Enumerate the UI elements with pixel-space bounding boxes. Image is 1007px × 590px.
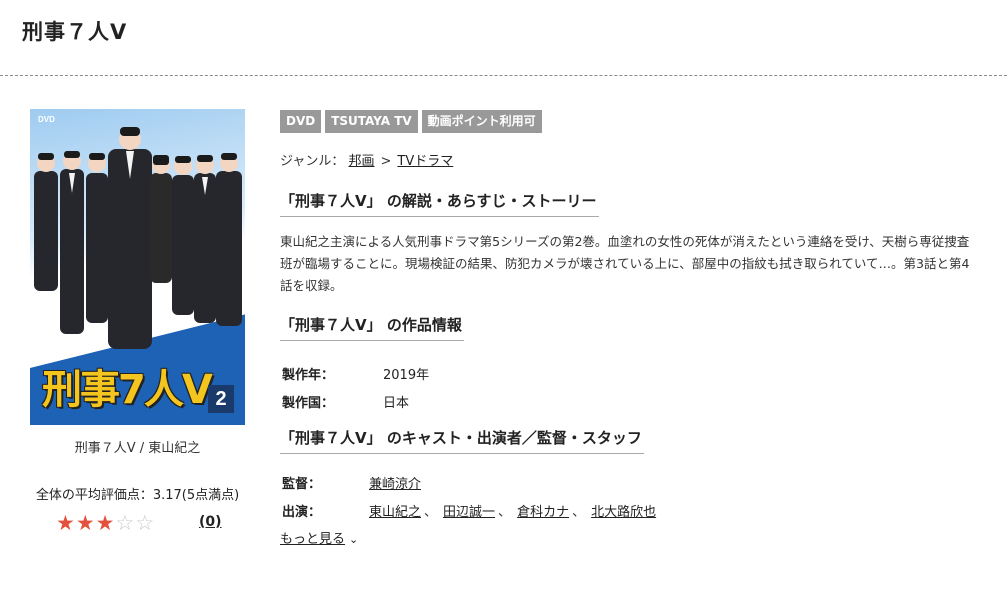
cover-image[interactable]: DVD 刑事7人V 2 — [30, 109, 245, 425]
show-more-link[interactable]: もっと見る ⌄ — [280, 528, 995, 547]
cast-table: 監督： 兼崎涼介 出演： 東山紀之、 田辺誠一、 倉科カナ、 北大路欣也 — [280, 468, 995, 524]
star-icon: ☆ — [135, 511, 156, 535]
genre-link-tv-drama[interactable]: TVドラマ — [397, 154, 453, 169]
badge-list: DVD TSUTAYA TV 動画ポイント利用可 — [280, 110, 995, 133]
actors-label: 出演： — [282, 504, 322, 520]
info-table: 製作年： 2019年 製作国： 日本 — [280, 359, 995, 415]
rating-row: ★★★☆☆ (0) — [30, 511, 245, 535]
review-count-link[interactable]: (0) — [199, 514, 222, 530]
star-icon: ★ — [56, 511, 76, 535]
synopsis-text: 東山紀之主演による人気刑事ドラマ第5シリーズの第2巻。血塗れの女性の死体が消えた… — [280, 234, 970, 293]
star-icon: ★ — [75, 511, 96, 535]
info-row-year: 製作年： 2019年 — [280, 359, 995, 387]
average-rating-text: 全体の平均評価点：3.17(5点満点) — [35, 488, 240, 503]
director-label: 監督： — [282, 476, 322, 492]
cover-volume: 2 — [208, 385, 234, 413]
star-rating: ★★★☆☆ — [56, 511, 155, 535]
badge-tsutaya-tv: TSUTAYA TV — [325, 110, 418, 133]
genre-breadcrumb: ジャンル： 邦画 > TVドラマ — [280, 150, 995, 169]
info-heading: 「刑事７人Ⅴ」 の作品情報 — [280, 314, 464, 341]
badge-dvd: DVD — [280, 110, 322, 133]
cast-row-director: 監督： 兼崎涼介 — [280, 468, 995, 496]
actor-separator: 、 — [498, 504, 512, 520]
badge-video-points: 動画ポイント利用可 — [421, 110, 542, 133]
actor-link[interactable]: 北大路欣也 — [591, 501, 656, 520]
show-more-label: もっと見る — [280, 532, 346, 547]
info-row-country: 製作国： 日本 — [280, 387, 995, 415]
star-icon: ☆ — [115, 511, 136, 535]
page-title: 刑事７人Ⅴ — [22, 20, 128, 44]
actor-link[interactable]: 倉科カナ — [517, 501, 569, 520]
genre-label: ジャンル： — [280, 154, 345, 169]
synopsis-heading: 「刑事７人Ⅴ」 の解説・あらすじ・ストーリー — [280, 190, 599, 217]
director-link[interactable]: 兼崎涼介 — [369, 473, 421, 492]
cast-row-actors: 出演： 東山紀之、 田辺誠一、 倉科カナ、 北大路欣也 — [280, 496, 995, 524]
cover-title-text: 刑事7人V — [42, 367, 213, 413]
actor-separator: 、 — [424, 504, 438, 520]
actor-separator: 、 — [572, 504, 586, 520]
title-divider — [0, 75, 1007, 76]
actor-link[interactable]: 田辺誠一 — [443, 501, 495, 520]
cover-caption: 刑事７人Ⅴ / 東山紀之 — [74, 441, 201, 456]
info-value: 2019年 — [383, 367, 430, 383]
info-value: 日本 — [383, 395, 410, 411]
right-column: DVD TSUTAYA TV 動画ポイント利用可 ジャンル： 邦画 > TVドラマ … — [280, 110, 995, 547]
actor-link[interactable]: 東山紀之 — [369, 501, 421, 520]
left-column: DVD 刑事7人V 2 刑事７人Ⅴ / 東山紀之 全体の平均評価点：3.17(5… — [30, 109, 245, 535]
genre-separator: > — [380, 154, 392, 169]
chevron-down-icon: ⌄ — [349, 533, 359, 546]
cast-heading: 「刑事７人Ⅴ」 のキャスト・出演者／監督・スタッフ — [280, 427, 644, 454]
info-label: 製作年： — [282, 367, 335, 383]
star-icon: ★ — [95, 511, 116, 535]
genre-link-houga[interactable]: 邦画 — [349, 154, 375, 169]
cover-dvd-label: DVD — [38, 115, 55, 124]
info-label: 製作国： — [282, 395, 335, 411]
